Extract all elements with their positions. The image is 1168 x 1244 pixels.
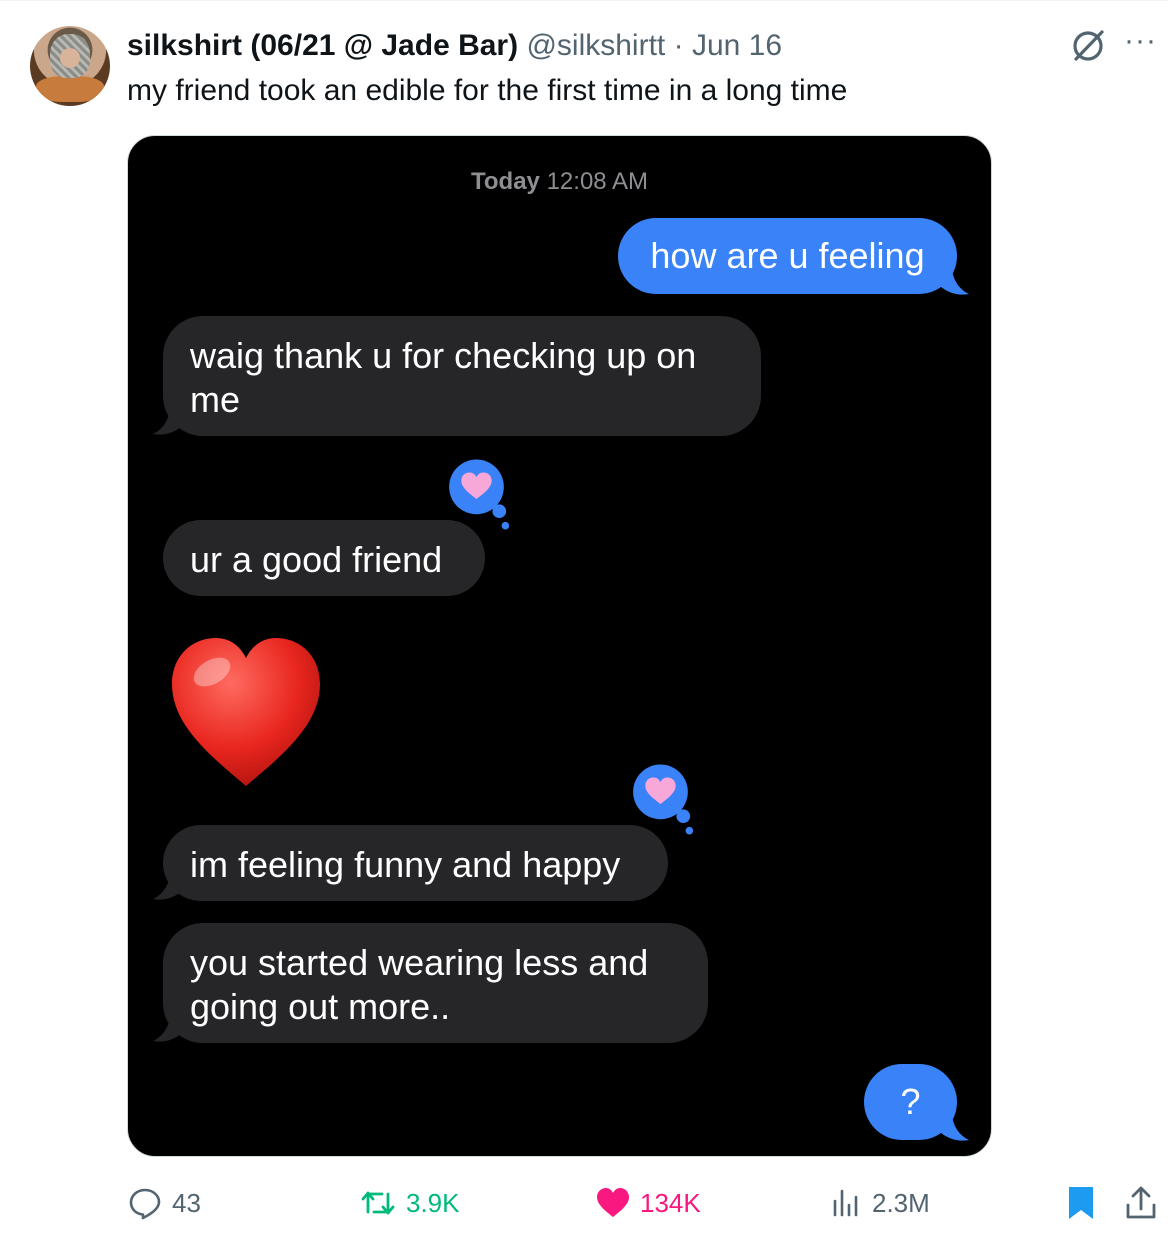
grok-icon[interactable] [1070,28,1106,64]
received-tail [153,1013,182,1042]
author-name[interactable]: silkshirt (06/21 @ Jade Bar) [127,29,518,62]
timestamp-time: 12:08 AM [546,168,648,195]
avatar[interactable] [30,26,110,106]
attached-screenshot[interactable]: Today 12:08 AM how are u feeling waig th… [127,135,992,1157]
avatar-bread [36,76,104,102]
tweet-date[interactable]: Jun 16 [692,29,782,62]
reply-icon [129,1188,161,1220]
message-text: im feeling funny and happy [190,844,621,885]
message-text: ur a good friend [190,539,443,580]
top-divider [0,0,1168,1]
heart-emoji [172,638,320,786]
tweet-text: my friend took an edible for the first t… [127,74,848,107]
avatar-face [60,48,80,68]
message-timestamp: Today 12:08 AM [128,168,991,196]
heart-tapback-icon [633,764,694,835]
reply-button[interactable]: 43 [128,1178,201,1228]
message-sent: how are u feeling [618,218,957,294]
views-icon [833,1189,858,1217]
like-button[interactable]: 134K [596,1178,701,1228]
repost-count: 3.9K [406,1187,460,1218]
share-icon [1126,1186,1156,1219]
header-separator: · [673,29,684,62]
heart-tapback-icon [449,459,510,530]
message-received: you started wearing less and going out m… [163,923,708,1043]
views-button[interactable]: 2.3M [830,1178,930,1228]
message-received: waig thank u for checking up on me [163,316,761,436]
bookmark-button[interactable] [1066,1178,1096,1228]
message-text: ? [900,1081,921,1122]
message-text: you started wearing less and going out m… [190,942,649,1027]
tweet-header: silkshirt (06/21 @ Jade Bar) @silkshirtt… [127,28,782,64]
bookmark-filled-icon [1069,1187,1093,1219]
repost-button[interactable]: 3.9K [360,1178,460,1228]
message-text: how are u feeling [650,235,925,276]
received-tail [153,406,182,435]
like-count: 134K [640,1187,701,1218]
share-button[interactable] [1124,1178,1158,1228]
views-count: 2.3M [872,1187,930,1218]
sent-tail [940,1112,969,1141]
message-received: im feeling funny and happy [163,825,668,901]
author-handle[interactable]: @silkshirtt [526,29,665,62]
more-options-icon[interactable]: ··· [1124,26,1157,56]
repost-icon [361,1191,395,1215]
liked-heart-icon [597,1188,629,1217]
reply-count: 43 [172,1187,201,1218]
message-received: ur a good friend [163,520,485,596]
timestamp-day: Today [471,168,540,195]
sent-tail [940,266,969,295]
received-tail [153,871,182,900]
message-text: waig thank u for checking up on me [190,335,697,420]
